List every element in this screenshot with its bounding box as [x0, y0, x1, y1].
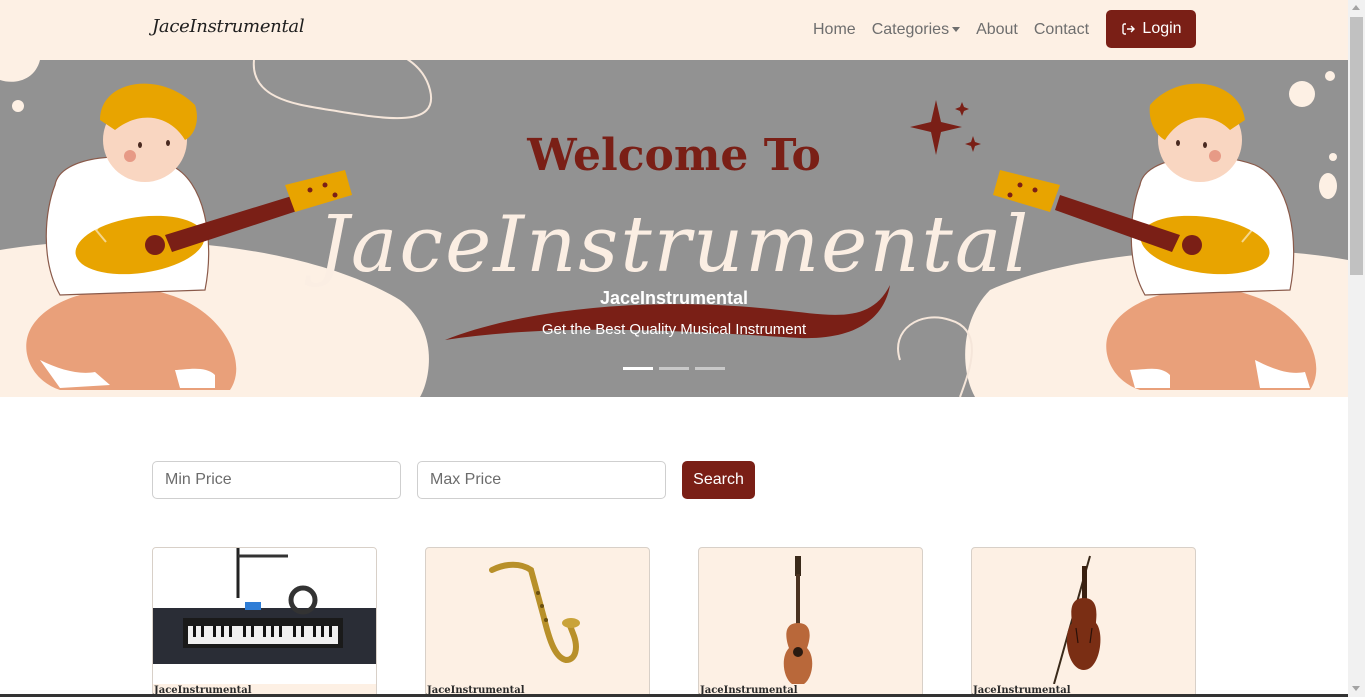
- caret-down-icon: [952, 27, 961, 33]
- product-card[interactable]: JaceInstrumental: [698, 547, 923, 697]
- saxophone-image: [489, 561, 580, 664]
- chevron-left-icon: [94, 217, 107, 243]
- nav-about-link[interactable]: About: [968, 21, 1026, 39]
- chevron-right-icon: [1241, 217, 1254, 243]
- carousel-prev-button[interactable]: [86, 210, 116, 250]
- scrollbar-thumb[interactable]: [1350, 17, 1363, 275]
- nav-categories-label: Categories: [871, 21, 950, 38]
- max-price-input[interactable]: [417, 461, 666, 499]
- scroll-up-arrow-icon[interactable]: [1352, 5, 1360, 10]
- carousel-indicators: [623, 367, 725, 370]
- hero-brand-script: JaceInstrumental: [317, 200, 1031, 290]
- page: JaceInstrumental Home Categories About C…: [0, 0, 1365, 697]
- login-button[interactable]: Login: [1106, 10, 1196, 48]
- vertical-scrollbar[interactable]: [1348, 0, 1365, 697]
- product-card[interactable]: JaceInstrumental: [425, 547, 650, 697]
- min-price-input[interactable]: [152, 461, 401, 499]
- scroll-down-arrow-icon[interactable]: [1352, 686, 1360, 691]
- brand-logo[interactable]: JaceInstrumental: [152, 16, 305, 37]
- navbar: JaceInstrumental Home Categories About C…: [0, 0, 1348, 60]
- product-card[interactable]: JaceInstrumental: [152, 547, 377, 697]
- login-label: Login: [1142, 20, 1182, 37]
- product-card[interactable]: JaceInstrumental: [971, 547, 1196, 697]
- search-button[interactable]: Search: [682, 461, 755, 499]
- carousel-indicator-2[interactable]: [659, 367, 689, 370]
- nav-links: Home Categories About Contact: [805, 0, 1097, 60]
- nav-contact-link[interactable]: Contact: [1026, 21, 1097, 39]
- nav-home-link[interactable]: Home: [805, 21, 864, 39]
- carousel-caption-title: JaceInstrumental: [599, 288, 749, 308]
- acoustic-guitar-image: [783, 556, 813, 684]
- nav-categories-dropdown[interactable]: Categories: [864, 21, 968, 39]
- carousel-indicator-1[interactable]: [623, 367, 653, 370]
- violin-image: [1053, 555, 1101, 684]
- carousel-next-button[interactable]: [1232, 210, 1262, 250]
- carousel-caption-text: Get the Best Quality Musical Instrument: [541, 321, 807, 338]
- carousel-indicator-3[interactable]: [695, 367, 725, 370]
- login-icon: [1122, 23, 1136, 35]
- keyboard-setup-image: [153, 548, 376, 684]
- hero-carousel: Welcome To JaceInstrumental JaceInstrume…: [0, 60, 1348, 397]
- hero-welcome-title: Welcome To: [527, 130, 821, 181]
